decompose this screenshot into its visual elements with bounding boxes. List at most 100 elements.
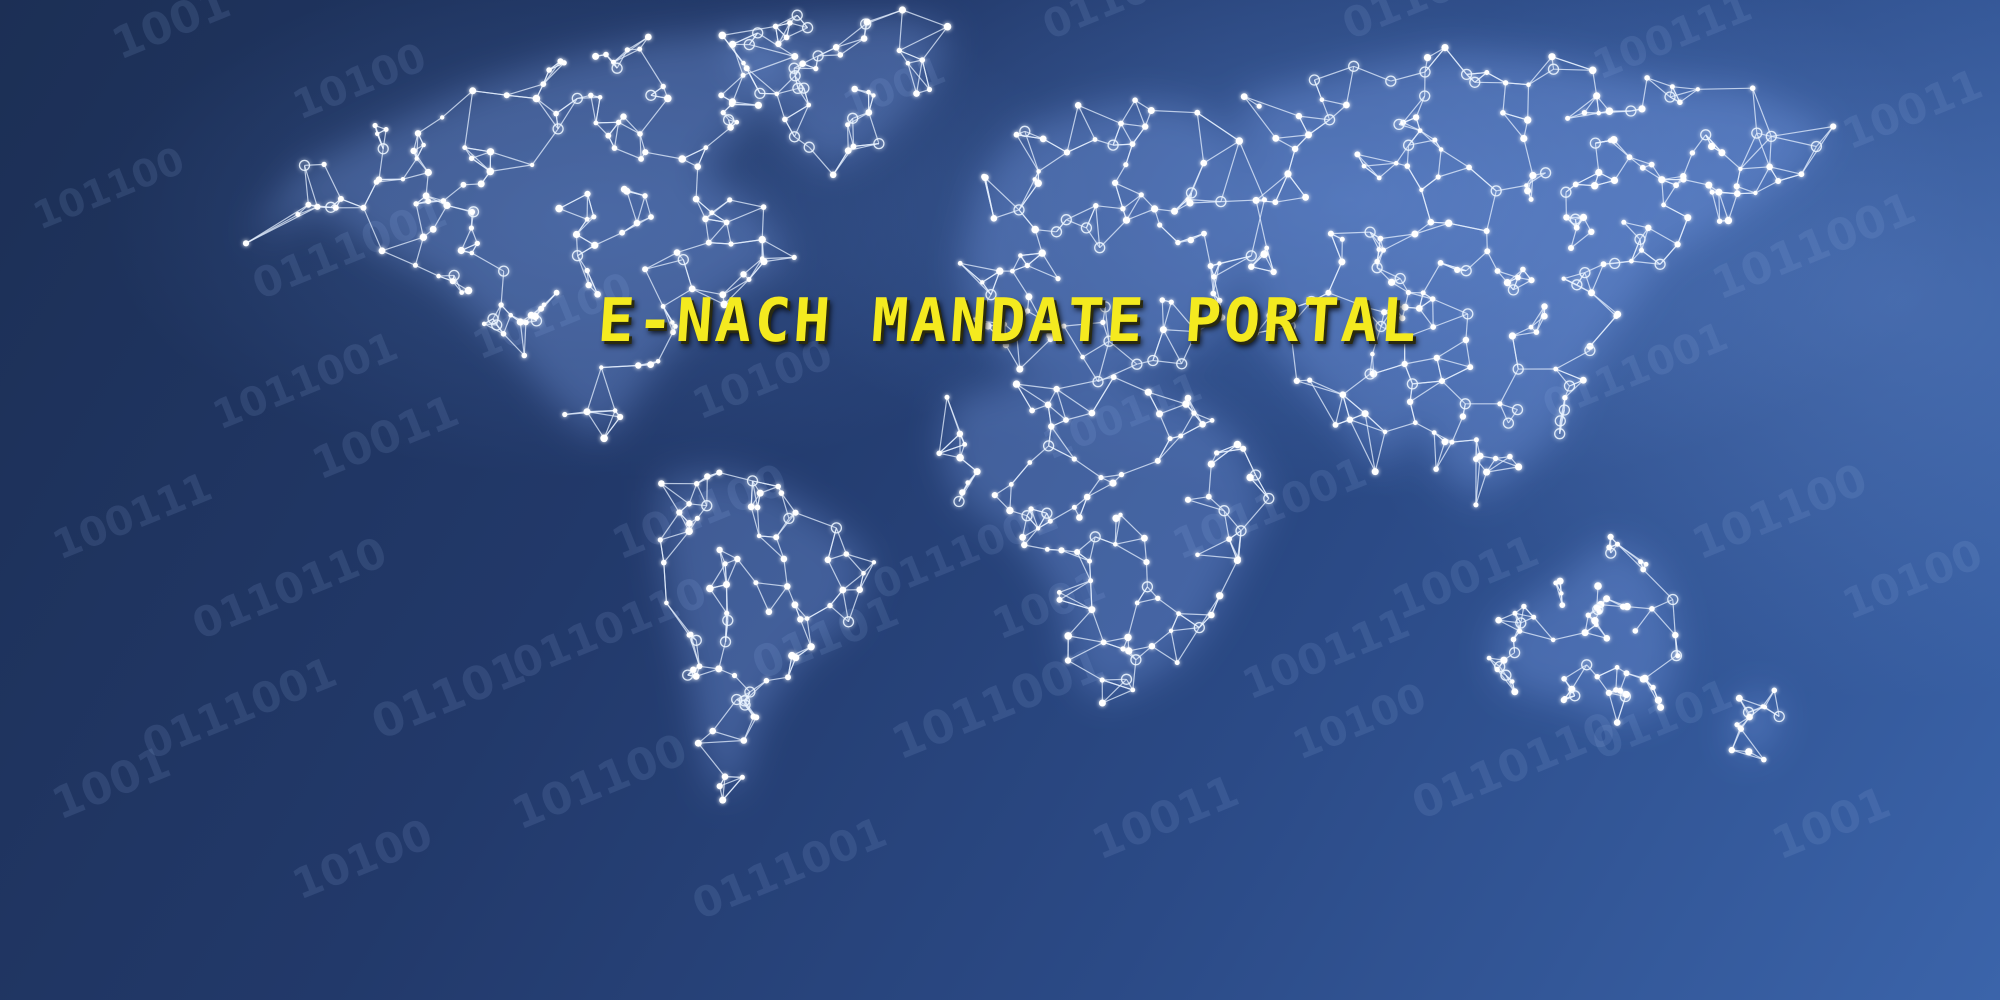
network-node [1270, 268, 1277, 276]
network-node [1433, 466, 1439, 472]
network-node [593, 120, 599, 126]
network-node [723, 581, 730, 588]
network-node [1528, 277, 1535, 284]
network-node [429, 225, 437, 233]
network-node [716, 783, 723, 790]
network-node [541, 302, 547, 308]
network-node [375, 131, 380, 136]
network-node [1044, 547, 1050, 552]
network-node [686, 520, 693, 527]
network-node [584, 190, 591, 197]
network-node [850, 143, 857, 150]
network-node [863, 18, 871, 26]
network-node [1761, 756, 1767, 763]
network-node [1371, 468, 1379, 476]
network-node [1520, 266, 1526, 273]
network-node [1561, 276, 1566, 281]
network-node [242, 240, 250, 247]
network-node [860, 35, 868, 42]
network-node [722, 561, 728, 567]
network-node [1125, 647, 1133, 655]
page-title: E-NACH MANDATE PORTAL [595, 286, 1423, 356]
network-node [1588, 66, 1597, 75]
network-node [1260, 250, 1268, 258]
network-node [905, 60, 911, 66]
network-node [1745, 748, 1753, 756]
network-node [414, 156, 419, 161]
network-node [615, 119, 622, 126]
network-node [832, 44, 840, 51]
network-node [1449, 439, 1455, 445]
network-node [1295, 112, 1303, 120]
network-node [1063, 149, 1071, 156]
network-node [1098, 699, 1106, 707]
network-node [414, 130, 422, 137]
network-node [1749, 85, 1756, 91]
network-node [1603, 635, 1611, 642]
network-node [462, 145, 468, 151]
network-node [605, 132, 612, 139]
network-node [1284, 170, 1292, 178]
network-node [861, 571, 866, 576]
network-node [1623, 670, 1630, 677]
network-node [1650, 684, 1656, 691]
network-node [839, 586, 847, 594]
network-link [1102, 678, 1127, 681]
network-node [1445, 219, 1453, 227]
network-node [1524, 183, 1529, 188]
network-link [852, 118, 855, 147]
network-node [772, 23, 779, 30]
network-node [1083, 493, 1091, 501]
network-node [410, 147, 417, 155]
network-node [1120, 646, 1126, 652]
network-node [572, 230, 581, 239]
network-node [422, 192, 430, 200]
network-node [1048, 423, 1055, 430]
network-node [503, 92, 510, 99]
network-node [1184, 394, 1192, 402]
network-node [1581, 110, 1588, 116]
network-node [1039, 135, 1047, 143]
network-node [1167, 436, 1173, 442]
network-node [1053, 385, 1060, 393]
network-node [1500, 110, 1506, 116]
network-node [638, 156, 644, 162]
network-node [688, 631, 694, 637]
network-node [824, 556, 832, 564]
network-node [957, 260, 963, 266]
network-node [1339, 391, 1347, 399]
network-node [1208, 611, 1215, 619]
network-node [1063, 417, 1069, 423]
network-node [1435, 174, 1441, 180]
network-node [1148, 643, 1156, 650]
network-node [1473, 502, 1479, 508]
network-node [944, 394, 950, 400]
network-node [633, 219, 641, 227]
network-node [1492, 455, 1499, 462]
network-node [1123, 162, 1129, 168]
network-node [1591, 182, 1599, 190]
network-node [419, 233, 428, 241]
network-node [412, 262, 418, 268]
network-node [440, 115, 445, 120]
network-node [1233, 440, 1242, 449]
network-node [1374, 258, 1380, 265]
network-node [1484, 248, 1491, 255]
network-node [1010, 268, 1015, 274]
network-node [740, 737, 748, 744]
network-node [1272, 199, 1279, 206]
network-node [1724, 216, 1733, 225]
network-node [718, 92, 725, 99]
network-node [1157, 222, 1163, 228]
network-node [690, 666, 697, 673]
network-node [1533, 329, 1540, 335]
network-node [591, 241, 599, 249]
network-node [1319, 97, 1325, 102]
network-node [1553, 580, 1559, 586]
network-node [1376, 247, 1382, 252]
network-node [1657, 703, 1665, 711]
network-link [1527, 84, 1530, 121]
network-node [611, 145, 618, 151]
network-node [844, 147, 852, 155]
network-node [1113, 542, 1118, 547]
